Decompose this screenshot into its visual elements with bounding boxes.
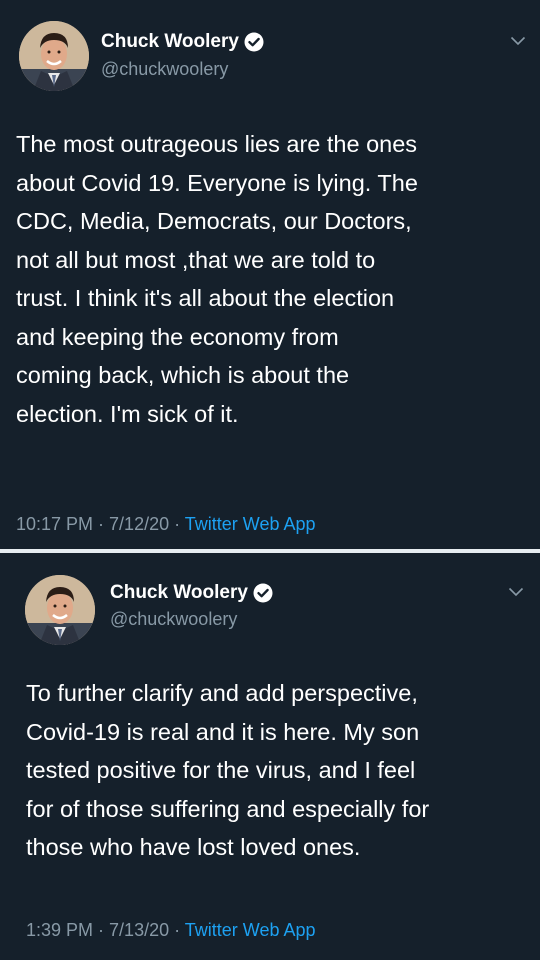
tweet-metadata: 10:17 PM · 7/12/20 · Twitter Web App bbox=[16, 514, 316, 535]
profile-photo-icon bbox=[19, 21, 89, 91]
tweet-text-line: not all but most ,that we are told to bbox=[16, 246, 376, 273]
avatar[interactable] bbox=[25, 575, 95, 645]
tweet-text-line: coming back, which is about the bbox=[16, 362, 350, 388]
meta-separator: · bbox=[169, 920, 185, 940]
meta-separator: · bbox=[93, 514, 110, 534]
tweet-card[interactable]: Chuck Woolery @chuckwoolery The most out… bbox=[0, 0, 540, 549]
tweet-text-line: those who have lost loved ones. bbox=[26, 834, 361, 860]
author-handle[interactable]: @chuckwoolery bbox=[110, 609, 237, 630]
author-display-name[interactable]: Chuck Woolery bbox=[101, 31, 239, 53]
author-handle[interactable]: @chuckwoolery bbox=[101, 59, 228, 80]
tweet-text-line: CDC, Media, Democrats, our Doctors, bbox=[16, 208, 412, 234]
tweet-source-link[interactable]: Twitter Web App bbox=[185, 514, 316, 534]
tweet-card[interactable]: Chuck Woolery @chuckwoolery To further c… bbox=[0, 553, 540, 960]
tweet-source-link[interactable]: Twitter Web App bbox=[185, 920, 316, 940]
tweet-text-line: The most outrageous lies are the ones bbox=[16, 131, 418, 157]
meta-separator: · bbox=[169, 514, 185, 534]
tweet-time[interactable]: 1:39 PM bbox=[26, 920, 93, 940]
chevron-down-icon[interactable] bbox=[508, 587, 524, 597]
tweet-text: To further clarify and add perspective, … bbox=[26, 674, 531, 867]
profile-photo-icon bbox=[25, 575, 95, 645]
tweet-date[interactable]: 7/13/20 bbox=[109, 920, 169, 940]
verified-badge-icon bbox=[253, 583, 273, 603]
meta-separator: · bbox=[93, 920, 110, 940]
tweet-metadata: 1:39 PM · 7/13/20 · Twitter Web App bbox=[26, 920, 316, 941]
tweet-date[interactable]: 7/12/20 bbox=[109, 514, 169, 534]
tweet-text-line: Covid-19 is real and it is here. My son bbox=[26, 718, 420, 745]
tweet-text: The most outrageous lies are the ones ab… bbox=[16, 125, 531, 433]
avatar[interactable] bbox=[19, 21, 89, 91]
tweet-text-line: and keeping the economy from bbox=[16, 323, 339, 350]
verified-badge-icon bbox=[244, 32, 264, 52]
tweet-text-line: To further clarify and add perspective, bbox=[26, 680, 418, 706]
tweet-time[interactable]: 10:17 PM bbox=[16, 514, 93, 534]
tweet-text-line: about Covid 19. Everyone is lying. The bbox=[16, 169, 418, 196]
author-row[interactable]: Chuck Woolery bbox=[101, 31, 264, 53]
tweet-text-line: tested positive for the virus, and I fee… bbox=[26, 757, 416, 783]
tweet-text-line: trust. I think it's all about the electi… bbox=[16, 285, 395, 311]
tweet-text-line: for of those suffering and especially fo… bbox=[26, 795, 430, 822]
author-display-name[interactable]: Chuck Woolery bbox=[110, 582, 248, 604]
chevron-down-icon[interactable] bbox=[510, 36, 526, 46]
author-row[interactable]: Chuck Woolery bbox=[110, 582, 273, 604]
tweet-text-line: election. I'm sick of it. bbox=[16, 400, 239, 427]
